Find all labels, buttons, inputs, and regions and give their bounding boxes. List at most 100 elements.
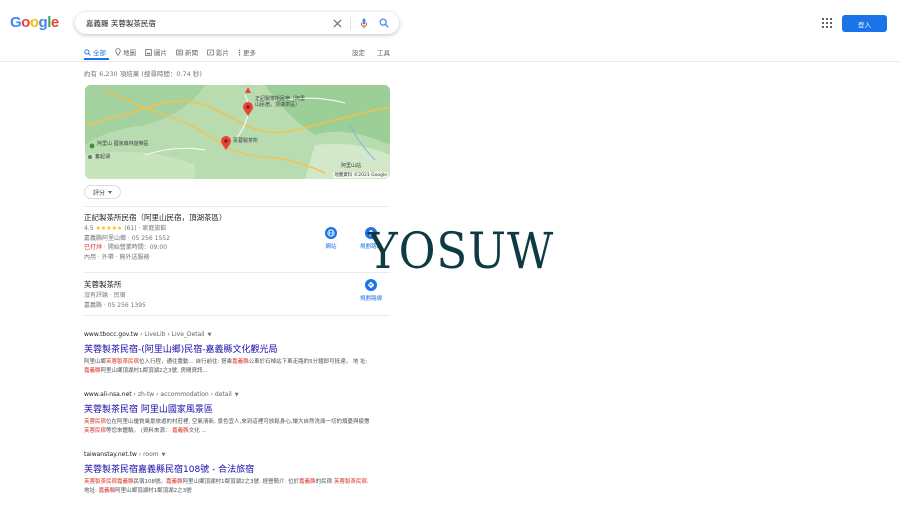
snippet-highlight: 嘉義縣 xyxy=(299,479,316,485)
local-result-1[interactable]: 正記製茶所民宿（阿里山民宿，頂湖茶區） 4.5 ★★★★★ (61) · 家庭旅… xyxy=(84,212,227,262)
map-label-town: 奮起湖 xyxy=(95,154,111,160)
result-title-link[interactable]: 芙蓉製茶民宿-(阿里山鄉)民宿-嘉義縣文化觀光局 xyxy=(84,342,374,355)
tab-videos[interactable]: 影片 xyxy=(207,47,229,57)
business-rating-row: 4.5 ★★★★★ (61) · 家庭旅館 xyxy=(84,224,227,234)
tab-label: 更多 xyxy=(243,49,256,57)
result-snippet: 芙蓉製茶民宿嘉義縣民宿108號。嘉義縣阿里山鄉頂湖村1鄰頂湖2之3號. 經營簡介… xyxy=(84,478,374,496)
result-stats: 約有 6,230 項結果 (搜尋時間：0.74 秒) xyxy=(84,70,202,78)
review-count[interactable]: (61) xyxy=(124,225,136,232)
search-icon[interactable] xyxy=(377,16,391,30)
business-name[interactable]: 正記製茶所民宿（阿里山民宿，頂湖茶區） xyxy=(84,212,227,224)
tab-more[interactable]: 更多 xyxy=(238,47,256,57)
snippet-text: 的民宿 xyxy=(315,479,334,485)
clear-icon[interactable] xyxy=(330,16,344,30)
search-result-1: www.tbocc.gov.tw › LiveLib › Live_Detail… xyxy=(84,331,374,376)
search-divider xyxy=(350,16,351,30)
map-preview[interactable]: 正記製茶所民宿（阿里 山民宿，頂湖茶區） 芙蓉製茶所 阿里山 國家森林遊樂區 奮起… xyxy=(85,85,390,179)
search-input[interactable]: 嘉義縣 芙蓉製茶民宿 xyxy=(86,18,324,29)
opening-hours: · 開始營業時間：09:00 xyxy=(102,244,168,252)
active-tab-indicator xyxy=(84,58,109,60)
snippet-text: 位在阿里山優質風景旅遊的村莊裡, 空氣清新, 景色宜人,來到這裡可放鬆身心,讓大… xyxy=(106,419,370,425)
business-address: 嘉義縣 · 05 256 1395 xyxy=(84,301,146,309)
snippet-text: 阿里山鄉頂湖村1鄰頂湖2之3號. 經營簡介. 位於 xyxy=(182,479,300,485)
snippet-highlight: 嘉義縣 xyxy=(166,479,183,485)
google-logo[interactable]: Google xyxy=(10,14,59,31)
apps-grid-icon[interactable] xyxy=(822,18,832,28)
divider xyxy=(84,272,390,273)
rating-filter[interactable]: 評分 xyxy=(84,185,121,199)
snippet-text: 公車於石棹站下車走路約5分鐘即可抵達。 地 址: xyxy=(248,359,368,365)
video-icon xyxy=(207,49,214,55)
search-tabs: 全部 地圖 圖片 新聞 影片 更多 xyxy=(84,47,256,57)
map-label-place1: 正記製茶所民宿（阿里 山民宿，頂湖茶區） xyxy=(255,96,306,108)
business-category: · 家庭旅館 xyxy=(138,225,167,232)
logo-letter: o xyxy=(21,14,30,31)
website-button[interactable]: 網站 xyxy=(316,227,346,250)
tab-label: 全部 xyxy=(93,49,106,57)
tab-all[interactable]: 全部 xyxy=(84,47,106,57)
result-domain: taiwanstay.net.tw xyxy=(84,451,137,458)
more-options-icon[interactable]: ▼ xyxy=(208,332,212,338)
result-title-link[interactable]: 芙蓉製茶民宿 阿里山國家風景區 xyxy=(84,402,374,415)
tab-label: 影片 xyxy=(216,49,229,57)
more-options-icon[interactable]: ▼ xyxy=(235,392,239,398)
result-snippet: 芙蓉民宿位在阿里山優質風景旅遊的村莊裡, 空氣清新, 景色宜人,來到這裡可放鬆身… xyxy=(84,418,374,436)
snippet-text: 民宿108號。 xyxy=(133,479,167,485)
tab-news[interactable]: 新聞 xyxy=(176,47,198,57)
more-vert-icon xyxy=(238,48,241,56)
search-icon xyxy=(84,48,91,56)
map-label-place2: 芙蓉製茶所 xyxy=(233,138,259,144)
result-title-link[interactable]: 芙蓉製茶民宿嘉義縣民宿108號 - 合法旅宿 xyxy=(84,462,374,475)
search-result-2: www.ali-nsa.net › zh-tw › accommodation … xyxy=(84,391,374,436)
business-services: 內用 · 外帶 · 無外送服務 xyxy=(84,253,150,261)
open-status: 已打烊 xyxy=(84,244,103,252)
snippet-highlight: 芙蓉製茶民宿 xyxy=(106,359,140,365)
result-url[interactable]: www.ali-nsa.net › zh-tw › accommodation … xyxy=(84,391,374,398)
snippet-highlight: 芙蓉製茶民宿 xyxy=(333,479,367,485)
snippet-highlight: 嘉義縣 xyxy=(172,427,189,434)
more-options-icon[interactable]: ▼ xyxy=(162,452,166,458)
microphone-icon[interactable] xyxy=(357,16,371,30)
tools-bar: 設定 工具 xyxy=(352,47,390,57)
tab-maps[interactable]: 地圖 xyxy=(115,47,136,57)
website-label: 網站 xyxy=(325,244,337,250)
divider xyxy=(84,315,390,316)
tools-link[interactable]: 工具 xyxy=(377,47,390,57)
business-address: 嘉義縣阿里山鄉 · 05 256 1552 xyxy=(84,234,170,242)
result-url[interactable]: www.tbocc.gov.tw › LiveLib › Live_Detail… xyxy=(84,331,374,338)
logo-letter: e xyxy=(50,14,59,31)
logo-letter: o xyxy=(29,14,39,31)
directions-button[interactable]: 規劃路線 xyxy=(356,279,386,302)
local-result-2[interactable]: 芙蓉製茶所 沒有評論 · 民宿 嘉義縣 · 05 256 1395 xyxy=(84,279,146,310)
image-icon xyxy=(145,48,152,56)
snippet-highlight: 嘉義縣 xyxy=(84,367,101,374)
result-path: › zh-tw › accommodation › detail xyxy=(131,391,232,398)
snippet-highlight: 芙蓉製茶民宿 xyxy=(84,479,118,485)
business-category: 沒有評論 · 民宿 xyxy=(84,292,126,299)
snippet-text: 阿里山鄉頂湖村1鄰頂湖2之3號, 房間資訊... xyxy=(100,367,208,374)
tab-label: 圖片 xyxy=(154,49,167,57)
settings-link[interactable]: 設定 xyxy=(352,47,365,57)
rating-value: 4.5 xyxy=(84,225,94,232)
snippet-text: 阿里山鄉頂湖村1鄰頂湖2之3號 xyxy=(115,487,192,494)
snippet-text: 阿里山鄉 xyxy=(84,359,107,365)
watermark-text: YOSUW xyxy=(368,222,555,280)
directions-icon xyxy=(365,279,377,291)
result-url[interactable]: taiwanstay.net.tw › room ▼ xyxy=(84,451,374,458)
snippet-text: 位入行程，通往農動... 自行前往: 搭乘 xyxy=(139,359,233,365)
result-path: › room xyxy=(136,451,159,458)
business-name[interactable]: 芙蓉製茶所 xyxy=(84,279,146,291)
snippet-highlight: 嘉義縣 xyxy=(98,487,116,494)
signin-button[interactable]: 登入 xyxy=(842,15,887,32)
tab-label: 新聞 xyxy=(185,49,198,57)
snippet-highlight: 嘉義縣 xyxy=(232,359,249,365)
business-hours: 已打烊 · 開始營業時間：09:00 xyxy=(84,243,227,253)
search-box[interactable]: 嘉義縣 芙蓉製茶民宿 xyxy=(75,12,399,34)
map-label-park: 阿里山 國家森林遊樂區 xyxy=(97,141,149,147)
tab-images[interactable]: 圖片 xyxy=(145,47,167,57)
snippet-text: 文化 ... xyxy=(188,427,207,434)
result-domain: www.ali-nsa.net xyxy=(84,391,132,398)
search-result-3: taiwanstay.net.tw › room ▼ 芙蓉製茶民宿嘉義縣民宿108… xyxy=(84,451,374,496)
news-icon xyxy=(176,49,183,55)
star-rating: ★★★★★ xyxy=(95,225,123,232)
